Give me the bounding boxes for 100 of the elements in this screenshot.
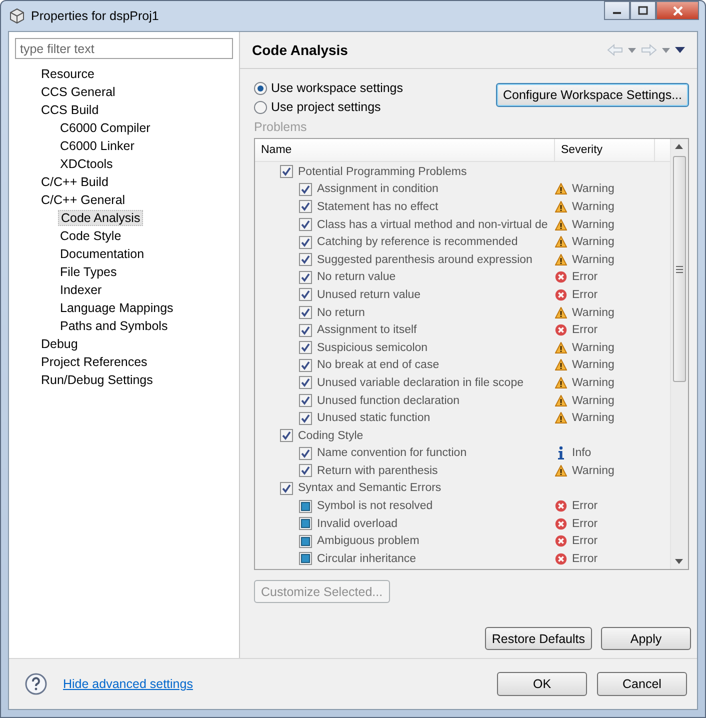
severity-text: Error	[572, 535, 598, 548]
problem-name: Unused variable declaration in file scope	[317, 376, 524, 389]
page-button[interactable]: Restore Defaults	[484, 627, 592, 650]
severity-text: Warning	[572, 412, 614, 424]
problem-name: Ambiguous problem	[317, 535, 420, 548]
warning-icon	[555, 200, 567, 213]
tree-item[interactable]: Documentation	[58, 247, 146, 261]
warning-icon	[555, 342, 567, 354]
severity-text: Error	[572, 271, 598, 284]
problem-name: Return with parenthesis	[317, 464, 438, 477]
problem-name: Class has a virtual method and non-virtual de	[317, 218, 548, 231]
tree-item[interactable]: Debug	[39, 337, 80, 351]
dialog-button[interactable]: OK	[497, 672, 587, 696]
problem-name: Symbol is not resolved	[317, 500, 433, 512]
close-icon	[672, 6, 682, 16]
problem-name: Circular inheritance	[317, 552, 416, 565]
severity-text: Error	[572, 518, 598, 530]
error-icon	[555, 535, 567, 548]
tree-item[interactable]: Language Mappings	[58, 301, 176, 315]
warning-icon	[555, 359, 567, 372]
tree-item[interactable]: Code Analysis	[58, 210, 144, 226]
close-button[interactable]	[656, 1, 699, 20]
grip-icon	[676, 266, 683, 272]
radio-label[interactable]: Use project settings	[271, 100, 381, 114]
scrollbar[interactable]	[670, 139, 688, 569]
tree-item[interactable]: Indexer	[58, 283, 104, 297]
error-icon	[555, 288, 567, 301]
error-icon	[555, 518, 567, 530]
problem-name: Name convention for function	[317, 447, 467, 460]
problem-name: No return	[317, 306, 365, 319]
error-icon	[555, 271, 567, 284]
page-button[interactable]: Apply	[601, 627, 691, 650]
problem-name: Invalid overload	[317, 518, 398, 530]
problem-name: Coding Style	[298, 430, 364, 442]
problem-name: Unused function declaration	[317, 394, 460, 407]
severity-text: Warning	[572, 359, 614, 372]
severity-text: Warning	[572, 218, 614, 231]
severity-text: Warning	[572, 376, 614, 389]
severity-text: Warning	[572, 183, 614, 196]
maximize-icon	[638, 6, 648, 15]
tree-item[interactable]: C6000 Compiler	[58, 121, 152, 135]
warning-icon	[555, 306, 567, 319]
tree-item[interactable]: C/C++ Build	[39, 175, 110, 189]
hide-advanced-link[interactable]: Hide advanced settings	[63, 677, 193, 691]
tree-item[interactable]: XDCtools	[58, 157, 115, 171]
radio-button[interactable]	[254, 100, 267, 114]
tree-item[interactable]: File Types	[58, 265, 119, 279]
severity-text: Error	[572, 288, 598, 301]
tree-item[interactable]: CCS Build	[39, 103, 101, 117]
severity-text: Warning	[572, 464, 614, 477]
error-icon	[555, 552, 567, 565]
tree-item[interactable]: Project References	[39, 355, 150, 369]
cube-icon	[9, 8, 25, 24]
problem-name: Assignment to itself	[317, 324, 417, 336]
help-icon[interactable]	[25, 673, 47, 695]
severity-text: Warning	[572, 200, 614, 213]
severity-text: Warning	[572, 306, 614, 319]
warning-icon	[555, 218, 567, 231]
radio-button[interactable]	[254, 82, 267, 94]
minimize-button[interactable]	[604, 1, 630, 20]
configure-workspace-button[interactable]: Configure Workspace Settings...	[496, 83, 689, 107]
problem-name: Potential Programming Problems	[298, 166, 467, 178]
maximize-button[interactable]	[630, 1, 656, 20]
problem-name: Statement has no effect	[317, 200, 438, 213]
tree-item[interactable]: Resource	[39, 67, 96, 81]
dropdown-icon[interactable]	[662, 48, 670, 52]
page-title: Code Analysis	[252, 42, 348, 58]
severity-text: Warning	[572, 254, 614, 266]
tree-item[interactable]: Run/Debug Settings	[39, 373, 155, 387]
severity-text: Error	[572, 552, 598, 565]
tree-item[interactable]: CCS General	[39, 85, 118, 99]
scroll-thumb[interactable]	[673, 156, 686, 382]
tree-item[interactable]: C6000 Linker	[58, 139, 136, 153]
warning-icon	[555, 236, 567, 248]
dropdown-icon[interactable]	[628, 48, 636, 52]
problem-name: Unused static function	[317, 412, 430, 424]
severity-text: Info	[572, 447, 592, 460]
problem-name: No break at end of case	[317, 359, 440, 372]
warning-icon	[555, 183, 567, 196]
tree-item[interactable]: C/C++ General	[39, 193, 128, 207]
error-icon	[555, 500, 567, 512]
scroll-down-icon[interactable]	[675, 559, 683, 564]
problem-name: Syntax and Semantic Errors	[298, 482, 442, 494]
filter-field[interactable]: type filter text	[15, 38, 233, 59]
menu-icon[interactable]	[675, 47, 685, 53]
warning-icon	[555, 464, 567, 477]
problem-name: Suspicious semicolon	[317, 342, 428, 354]
problem-name: Suggested parenthesis around expression	[317, 254, 532, 266]
radio-label[interactable]: Use workspace settings	[271, 81, 404, 95]
problem-name: Unused return value	[317, 288, 421, 301]
tree-item[interactable]: Paths and Symbols	[58, 319, 170, 333]
tree-item[interactable]: Code Style	[58, 229, 124, 243]
error-icon	[555, 324, 567, 336]
dialog-button[interactable]: Cancel	[597, 672, 687, 696]
window-title: Properties for dspProj1	[31, 9, 159, 23]
section-label: Problems	[254, 120, 308, 134]
problem-name: No return value	[317, 271, 396, 284]
severity-text: Error	[572, 500, 598, 512]
severity-text: Warning	[572, 342, 614, 354]
scroll-up-icon[interactable]	[675, 144, 683, 149]
